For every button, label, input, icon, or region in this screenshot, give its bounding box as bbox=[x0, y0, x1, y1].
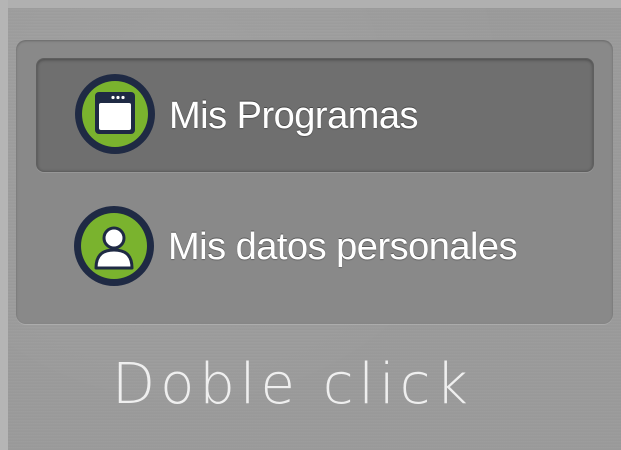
instruction-caption: Doble click bbox=[112, 352, 473, 417]
menu-item-mis-programas[interactable]: Mis Programas bbox=[36, 58, 594, 172]
menu-item-label: Mis datos personales bbox=[168, 226, 518, 268]
user-profile-icon bbox=[72, 204, 156, 288]
menu-item-label: Mis Programas bbox=[169, 95, 419, 137]
top-edge bbox=[0, 0, 621, 8]
menu-item-mis-datos-personales[interactable]: Mis datos personales bbox=[36, 190, 594, 304]
left-edge bbox=[0, 0, 8, 450]
window-app-icon bbox=[73, 72, 157, 156]
